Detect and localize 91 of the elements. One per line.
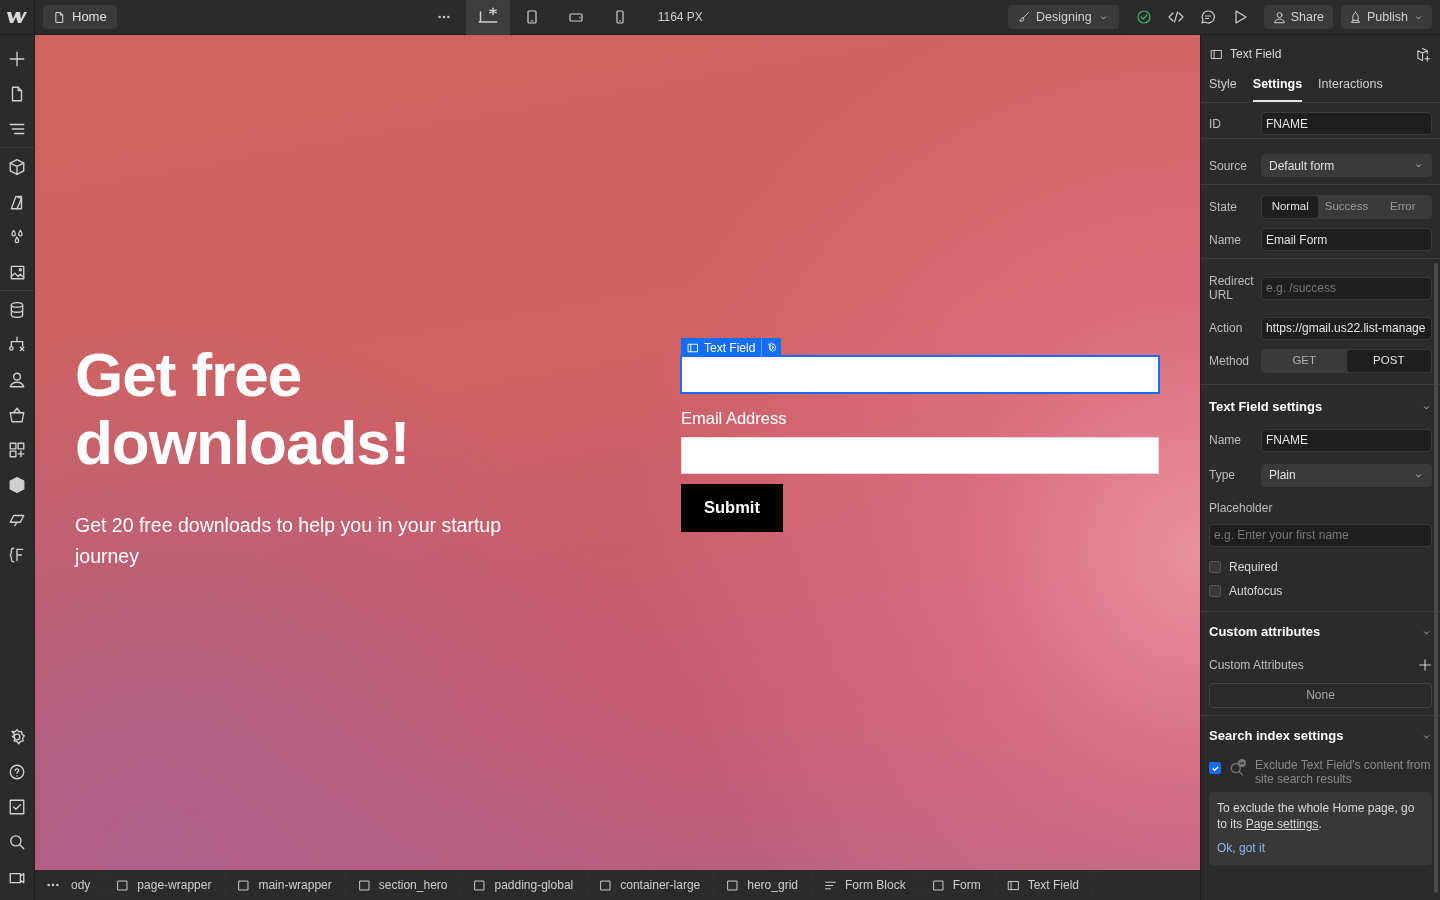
field-label: Redirect URL [1209,274,1255,302]
user-icon [1272,10,1286,24]
submit-button[interactable]: Submit [681,483,783,532]
database-icon[interactable] [8,300,26,319]
empty-attributes: None [1209,682,1432,708]
element-title: Text Field [1230,46,1283,63]
panel-tab[interactable]: Settings [1252,73,1303,102]
field-label: Name [1209,433,1242,447]
exclude-label: Exclude Text Field's content from site search results [1255,758,1432,786]
search-icon[interactable] [8,832,26,851]
brush-icon [1018,11,1031,23]
mode-dropdown[interactable]: Designing [1008,5,1119,29]
share-button[interactable]: Share [1263,5,1333,29]
add-icon[interactable] [1418,658,1432,672]
tree-icon[interactable] [8,335,26,354]
state-option[interactable]: Normal [1262,196,1319,218]
field-label: Source [1209,158,1249,173]
help-icon[interactable] [8,762,26,781]
field-icon [1210,47,1223,61]
apps-icon[interactable] [8,440,26,459]
breakpoint-button[interactable] [465,0,510,35]
field-name-input[interactable]: FNAME [1261,428,1432,452]
field-label: ID [1209,116,1222,131]
field-label: Placeholder [1209,501,1273,515]
comment-icon[interactable] [1199,9,1216,25]
rocket-icon [1349,10,1362,24]
breadcrumb-item[interactable]: Form [923,870,991,900]
source-dropdown[interactable]: Default form [1261,154,1432,177]
canvas-width: 1164 PX [657,9,703,26]
user-icon[interactable] [8,370,26,389]
section-title: Text Field settings [1209,398,1323,417]
id-field[interactable]: FNAME [1261,112,1432,135]
field-label: State [1209,200,1239,214]
placeholder-field[interactable]: e.g. Enter your first name [1209,523,1432,547]
breadcrumb-item[interactable]: Text Field [998,870,1089,900]
settings-icon[interactable] [8,727,26,746]
drops-icon[interactable] [8,227,26,246]
field-label: Type [1209,468,1236,482]
breadcrumb-item[interactable]: padding-global [465,870,584,900]
hero-subheading: Get 20 free downloads to help you in your startup journey [75,513,502,569]
breadcrumb-item[interactable]: ody [71,870,101,900]
checkbox[interactable] [1209,561,1221,573]
selection-badge[interactable]: Text Field [681,338,782,357]
redirect-field[interactable]: e.g. /success [1261,276,1432,300]
state-option[interactable]: Success [1318,196,1375,218]
notice-text: To exclude the whole Home page, go to its Page settings. [1217,800,1416,832]
search-minus-icon [1229,758,1247,776]
action-field[interactable]: https://gmail.us22.list-manage [1261,316,1432,340]
code-icon[interactable] [1167,9,1184,25]
breadcrumb-item[interactable]: hero_grid [718,870,808,900]
email-label: Email Address [681,408,788,429]
checkbox[interactable] [1209,762,1221,774]
field-label: Custom Attributes [1209,657,1304,674]
hero-heading: Get free downloads! [75,341,411,477]
field-label: Action [1209,321,1244,335]
state-option[interactable]: Error [1374,196,1431,218]
field-label: Method [1209,353,1251,368]
page-icon [53,10,66,24]
type-dropdown[interactable]: Plain [1261,463,1432,487]
section-title: Custom attributes [1209,623,1321,642]
breadcrumb-item[interactable]: container-large [591,870,711,900]
checkbox[interactable] [1209,585,1221,597]
email-input[interactable] [681,436,1159,474]
panel-tab[interactable]: Interactions [1318,73,1383,102]
name-input[interactable] [681,356,1159,393]
field-label: Name [1209,232,1242,247]
checklist-icon[interactable] [8,797,26,816]
breadcrumb-item[interactable]: main-wrapper [229,870,342,900]
breadcrumb-item[interactable]: section_hero [349,870,458,900]
add-icon[interactable] [8,49,26,68]
dismiss-link[interactable]: Ok, got it [1217,839,1266,857]
breadcrumb-item[interactable]: Form Block [815,870,916,900]
publish-button[interactable]: Publish [1341,5,1432,29]
checkbox-label: Autofocus [1229,583,1283,600]
selection-label: Text Field [704,339,756,357]
cube-icon[interactable] [8,157,26,176]
method-option[interactable]: GET [1262,349,1347,372]
field-icon [1006,878,1020,892]
page-selector[interactable]: Home [43,5,117,29]
component-add-icon[interactable] [1416,46,1431,62]
braces-icon[interactable] [8,545,26,564]
checkbox-label: Required [1229,559,1278,576]
basket-icon[interactable] [8,405,26,424]
method-option[interactable]: POST [1346,349,1431,372]
logo-icon [7,10,27,24]
panel-tab[interactable]: Style [1209,73,1237,102]
section-title: Search index settings [1209,727,1344,746]
status-check-icon [1135,9,1152,25]
breadcrumb-item[interactable]: page-wrapper [108,870,222,900]
field-icon [687,341,699,354]
form-name-field[interactable]: Email Form [1261,228,1432,251]
